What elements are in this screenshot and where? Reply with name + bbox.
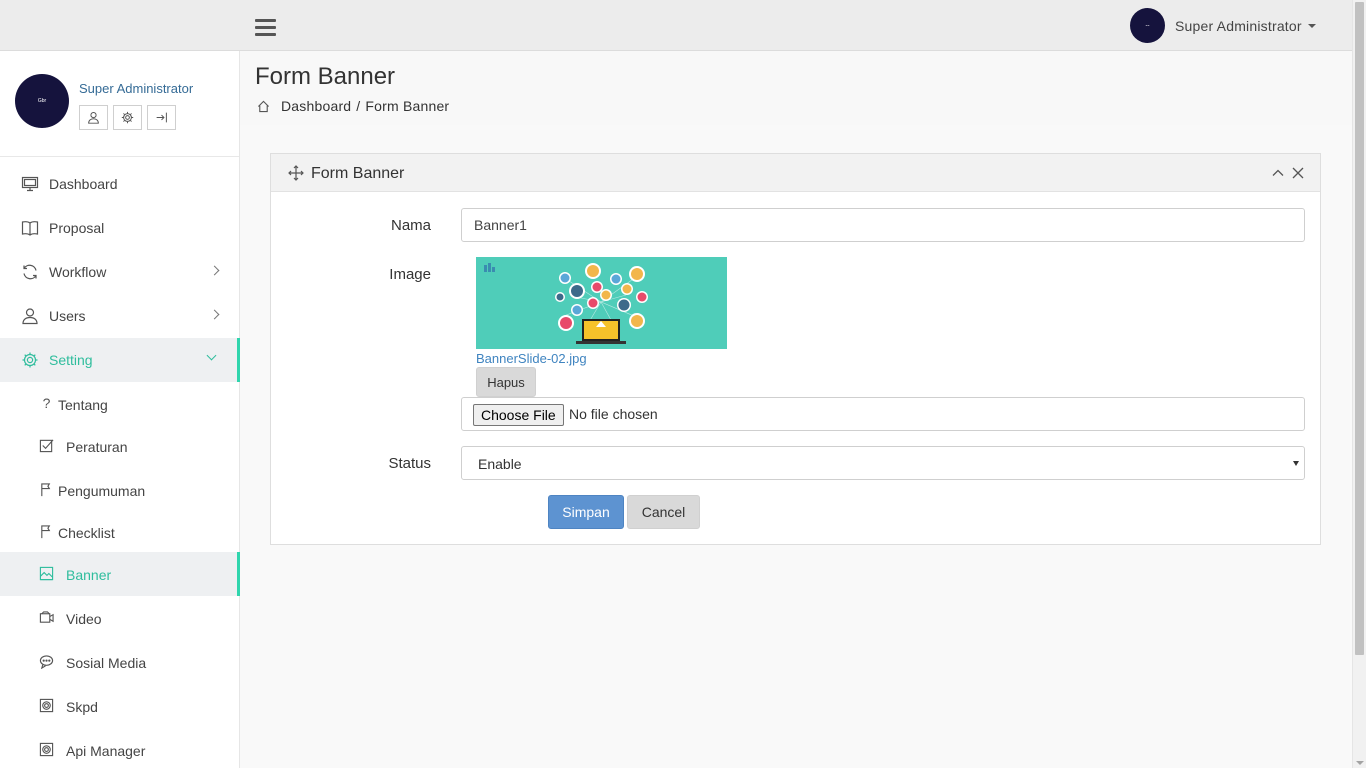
profile-name[interactable]: Super Administrator	[79, 81, 193, 96]
sidebar-profile: Gbr Super Administrator	[0, 51, 239, 157]
collapse-icon[interactable]	[1271, 166, 1285, 180]
sidebar-item-label: Checklist	[58, 525, 115, 541]
sidebar-item-label: Video	[66, 611, 102, 627]
sidebar-item-label: Proposal	[49, 220, 105, 236]
panel-title: Form Banner	[311, 165, 405, 182]
sidebar-item-label: Banner	[66, 567, 112, 583]
sidebar-item-label: Sosial Media	[66, 655, 147, 671]
sidebar-item-label: Api Manager	[66, 743, 146, 759]
banner-thumbnail	[476, 257, 727, 349]
sidebar: Gbr Super Administrator Dashboard Propos…	[0, 51, 240, 768]
sidebar-subitem-pengumuman[interactable]: Pengumuman	[0, 468, 240, 510]
gear-icon	[121, 111, 134, 124]
panel-header: Form Banner	[271, 154, 1320, 192]
flag-icon	[41, 483, 51, 497]
status-select-value: Enable	[478, 456, 522, 472]
sidebar-item-dashboard[interactable]: Dashboard	[0, 162, 240, 206]
sidebar-subitem-api-manager[interactable]: Api Manager	[0, 728, 240, 768]
hamburger-menu-icon[interactable]	[255, 19, 276, 36]
question-icon: ?	[42, 395, 51, 411]
banner-illustration	[476, 257, 727, 349]
form-panel: Form Banner Nama Image	[270, 153, 1321, 545]
sidebar-subitem-skpd[interactable]: Skpd	[0, 684, 240, 728]
breadcrumb-separator: /	[356, 98, 361, 114]
hapus-button[interactable]: Hapus	[476, 367, 536, 397]
logout-button[interactable]	[147, 105, 176, 130]
sidebar-item-label: Pengumuman	[58, 483, 146, 499]
scrollbar-thumb[interactable]	[1355, 2, 1364, 655]
chevron-right-icon	[209, 309, 220, 320]
breadcrumb-dashboard-link[interactable]: Dashboard	[281, 98, 351, 114]
move-icon[interactable]	[288, 165, 304, 181]
user-name: Super Administrator	[1175, 17, 1302, 34]
chevron-right-icon	[209, 265, 220, 276]
sidebar-item-label: Skpd	[66, 699, 98, 715]
sidebar-item-label: Dashboard	[49, 176, 118, 192]
sidebar-item-setting[interactable]: Setting	[0, 338, 240, 382]
home-icon	[257, 100, 270, 112]
status-select[interactable]: Enable	[461, 446, 1305, 480]
dropdown-arrow-icon	[1293, 461, 1299, 466]
choose-file-button[interactable]: Choose File	[473, 404, 564, 426]
video-icon	[39, 611, 54, 623]
sidebar-subitem-sosial-media[interactable]: Sosial Media	[0, 640, 240, 684]
top-navbar: -- Super Administrator	[0, 0, 1352, 51]
chat-icon	[39, 655, 54, 669]
avatar: --	[1130, 8, 1165, 43]
status-label: Status	[388, 455, 431, 472]
sidebar-subitem-peraturan[interactable]: Peraturan	[0, 424, 240, 468]
profile-user-button[interactable]	[79, 105, 108, 130]
logout-icon	[156, 112, 167, 123]
cancel-button[interactable]: Cancel	[627, 495, 700, 529]
settings-square-icon	[39, 742, 54, 757]
image-icon	[39, 566, 54, 581]
sidebar-item-label: Setting	[49, 352, 93, 368]
sidebar-item-label: Workflow	[49, 264, 107, 280]
sidebar-subitem-checklist[interactable]: Checklist	[0, 510, 240, 552]
checkbox-icon	[39, 439, 54, 453]
nama-input[interactable]	[461, 208, 1305, 242]
file-input[interactable]: Choose File No file chosen	[461, 397, 1305, 431]
nama-label: Nama	[390, 217, 431, 234]
no-file-text: No file chosen	[569, 406, 658, 422]
gear-icon	[22, 352, 38, 368]
image-filename-link[interactable]: BannerSlide-02.jpg	[476, 351, 587, 366]
caret-down-icon	[1307, 23, 1316, 28]
sidebar-item-label: Peraturan	[66, 439, 128, 455]
sidebar-item-label: Tentang	[58, 397, 108, 413]
image-label: Image	[389, 266, 431, 283]
page-scrollbar[interactable]	[1352, 0, 1366, 768]
page-header: Form Banner Dashboard / Form Banner	[240, 51, 1352, 125]
user-icon	[22, 308, 38, 325]
user-icon	[88, 111, 99, 124]
flag-icon	[41, 525, 51, 539]
sidebar-subitem-tentang[interactable]: ? Tentang	[0, 382, 240, 424]
breadcrumb: Dashboard / Form Banner	[257, 98, 449, 114]
sidebar-item-label: Users	[49, 308, 86, 324]
sidebar-item-users[interactable]: Users	[0, 294, 240, 338]
sidebar-subitem-banner[interactable]: Banner	[0, 552, 240, 596]
profile-settings-button[interactable]	[113, 105, 142, 130]
scroll-down-arrow-icon[interactable]	[1356, 761, 1364, 765]
sidebar-subitem-video[interactable]: Video	[0, 596, 240, 640]
user-menu-dropdown[interactable]: -- Super Administrator	[1130, 8, 1316, 43]
close-icon[interactable]	[1291, 166, 1305, 180]
breadcrumb-current: Form Banner	[365, 98, 450, 114]
refresh-icon	[23, 264, 37, 280]
book-icon	[21, 221, 39, 236]
chevron-down-icon	[206, 350, 217, 361]
sidebar-item-proposal[interactable]: Proposal	[0, 206, 240, 250]
sidebar-item-workflow[interactable]: Workflow	[0, 250, 240, 294]
monitor-icon	[21, 176, 39, 192]
simpan-button[interactable]: Simpan	[548, 495, 624, 529]
settings-square-icon	[39, 698, 54, 713]
profile-avatar: Gbr	[15, 74, 69, 128]
page-title: Form Banner	[255, 63, 396, 90]
